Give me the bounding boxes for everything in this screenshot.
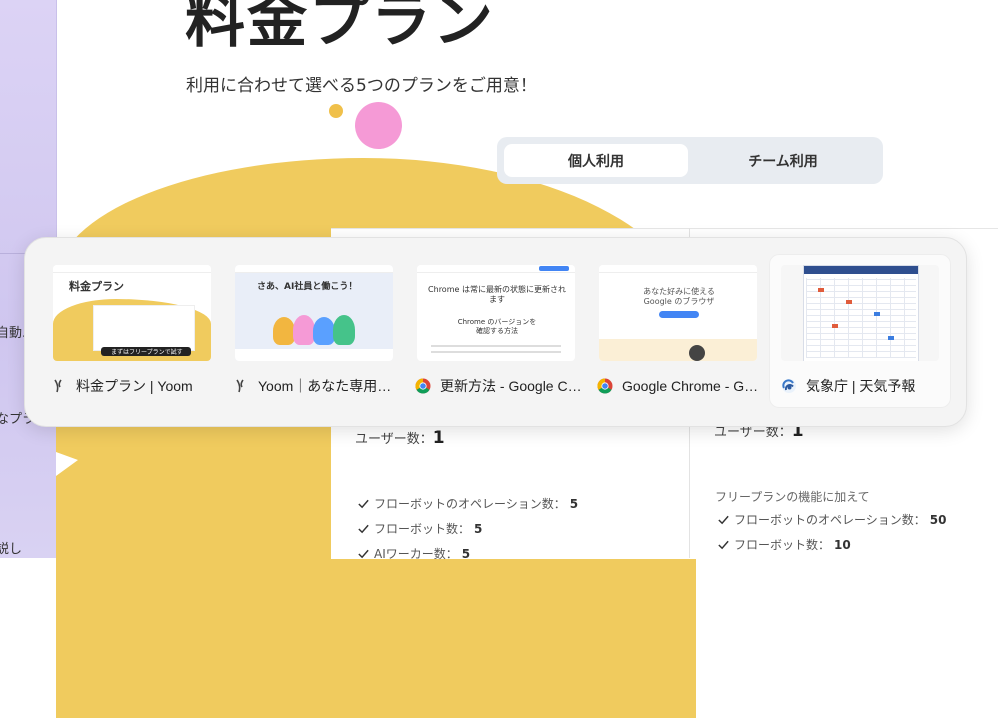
tab-title: 更新方法 - Google Chromeヘルプ — [440, 378, 583, 394]
thumb-heading: Chrome は常に最新の状態に更新されます — [428, 285, 566, 304]
toggle-team[interactable]: チーム利用 — [691, 144, 875, 177]
feature-label: フローボットのオペレーション数： — [734, 513, 926, 527]
thumb-sub: Chrome のバージョンを確認する方法 — [457, 318, 537, 335]
tab-thumbnail: あなた好みに使える Google のブラウザ — [599, 265, 757, 361]
tab-title: 気象庁 | 天気予報 — [806, 378, 916, 394]
feature-value: 50 — [929, 512, 947, 527]
tab-card-pricing[interactable]: 料金プラン まずはフリープランで試す 料金プラン | Yoom — [43, 254, 225, 408]
sidebar-fragment: 説し — [0, 542, 23, 557]
tab-card-chrome-help[interactable]: Chrome は常に最新の状態に更新されます Chrome のバージョンを確認す… — [407, 254, 589, 408]
check-icon — [718, 540, 729, 550]
users-label: ユーザー数： — [714, 425, 792, 440]
check-icon — [358, 499, 369, 509]
feature-value: 5 — [474, 521, 483, 536]
thumb-heading: あなた好みに使える Google のブラウザ — [643, 287, 715, 306]
feature-item: フローボット数： 5 — [357, 520, 482, 537]
feature-label: フローボット数： — [374, 522, 471, 536]
tab-thumbnail: さあ、AI社員と働こう！ — [235, 265, 393, 361]
check-icon — [358, 549, 369, 559]
feature-value: 5 — [461, 546, 471, 561]
check-icon — [358, 524, 369, 534]
jma-icon — [782, 379, 796, 393]
users-label: ユーザー数： — [355, 432, 433, 447]
check-icon — [718, 515, 729, 525]
thumb-button: まずはフリープランで試す — [111, 349, 183, 356]
decorative-notch — [56, 452, 78, 476]
feature-item: フローボット数： 10 — [717, 536, 851, 553]
yoom-icon — [54, 379, 62, 393]
decorative-dot-pink — [355, 102, 402, 149]
feature-label: フローボット数： — [734, 538, 831, 552]
plan-type-toggle: 個人利用 チーム利用 — [497, 137, 883, 184]
chrome-icon — [415, 378, 431, 394]
page-title: 料金プラン — [185, 0, 495, 56]
feature-item: フローボットのオペレーション数： 5 — [357, 495, 578, 512]
thumb-heading: 料金プラン — [69, 280, 124, 293]
feature-item: フローボットのオペレーション数： 50 — [717, 511, 946, 528]
tab-title: Google Chrome - Google のブラウザ — [622, 378, 765, 394]
plan-users: ユーザー数：1 — [355, 428, 445, 448]
feature-value: 10 — [834, 537, 851, 552]
tab-card-jma-weather[interactable]: 気象庁 | 天気予報 — [769, 254, 951, 408]
feature-label: AIワーカー数： — [374, 547, 458, 561]
thumb-heading: さあ、AI社員と働こう！ — [257, 282, 358, 292]
tab-switcher-overlay: 料金プラン まずはフリープランで試す 料金プラン | Yoom さあ、AI社員と… — [24, 237, 967, 427]
page-subtitle: 利用に合わせて選べる5つのプランをご用意！ — [186, 76, 537, 96]
feature-label: フローボットのオペレーション数： — [374, 497, 566, 511]
tab-card-google-chrome[interactable]: あなた好みに使える Google のブラウザ Google Chrome - G… — [589, 254, 771, 408]
decorative-dot-yellow — [329, 104, 343, 118]
tab-card-yoom-ai[interactable]: さあ、AI社員と働こう！ Yoom｜あなた専用のAI社員 — [225, 254, 407, 408]
chrome-icon — [597, 378, 613, 394]
yoom-icon — [236, 379, 244, 393]
plan-plus-note: フリープランの機能に加えて — [715, 490, 870, 504]
feature-item: AIワーカー数： 5 — [357, 545, 470, 562]
toggle-personal[interactable]: 個人利用 — [504, 144, 688, 177]
users-value: 1 — [432, 428, 445, 448]
feature-value: 5 — [569, 496, 579, 511]
tab-thumbnail: 料金プラン まずはフリープランで試す — [53, 265, 211, 361]
tab-title: 料金プラン | Yoom — [76, 378, 193, 394]
sidebar-fragment: 自動. — [0, 326, 27, 341]
tab-title: Yoom｜あなた専用のAI社員 — [258, 378, 401, 394]
tab-thumbnail — [781, 265, 939, 361]
tab-thumbnail: Chrome は常に最新の状態に更新されます Chrome のバージョンを確認す… — [417, 265, 575, 361]
